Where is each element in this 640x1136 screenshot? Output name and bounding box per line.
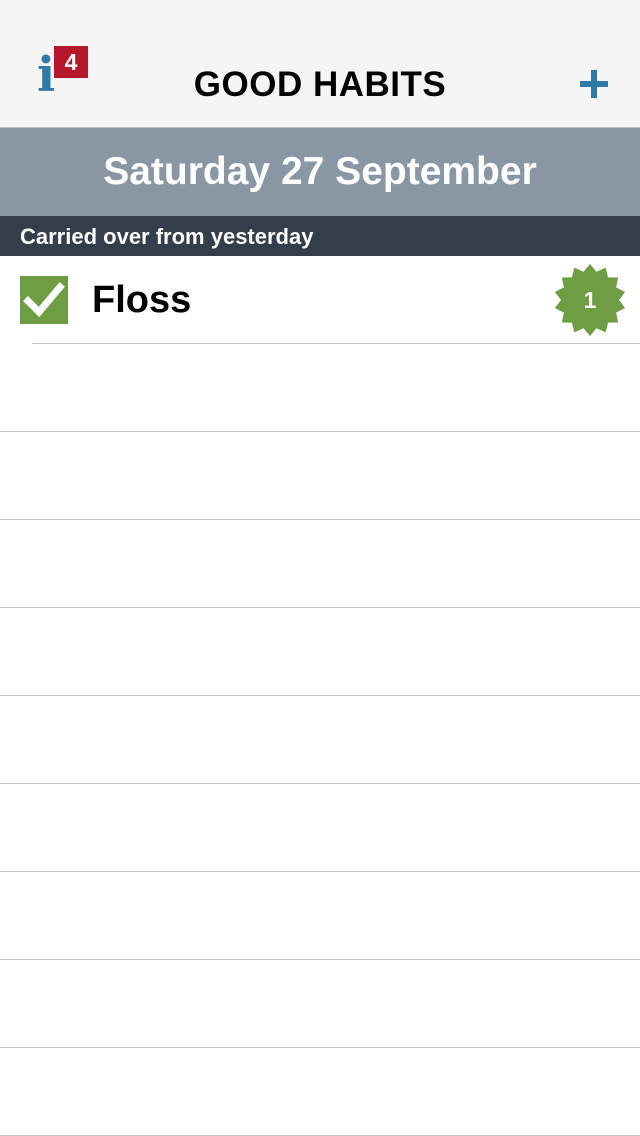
habit-name: Floss: [92, 279, 192, 321]
notification-badge: 4: [54, 46, 88, 78]
app-screen: i 4 GOOD HABITS Saturday 27 September Ca…: [0, 0, 640, 1136]
list-item: [0, 520, 640, 608]
plus-icon: [580, 70, 608, 98]
habit-checkbox[interactable]: [20, 276, 68, 324]
add-habit-button[interactable]: [566, 56, 622, 112]
info-icon: i: [37, 47, 56, 103]
streak-count: 1: [583, 287, 597, 313]
checkmark-icon: [23, 282, 65, 318]
list-item: [0, 1048, 640, 1136]
page-title: GOOD HABITS: [193, 65, 447, 104]
section-header: Carried over from yesterday: [0, 216, 640, 256]
streak-badge: 1: [553, 263, 627, 337]
list-item: [0, 784, 640, 872]
info-button[interactable]: i 4: [24, 44, 94, 104]
list-item: [0, 872, 640, 960]
empty-rows: [0, 344, 640, 1136]
list-item: [0, 608, 640, 696]
list-item: [0, 432, 640, 520]
navigation-bar: i 4 GOOD HABITS: [0, 0, 640, 128]
list-item: [0, 960, 640, 1048]
habit-row[interactable]: Floss: [0, 256, 640, 344]
list-item: [0, 696, 640, 784]
date-header: Saturday 27 September: [0, 128, 640, 216]
list-item: [0, 344, 640, 432]
